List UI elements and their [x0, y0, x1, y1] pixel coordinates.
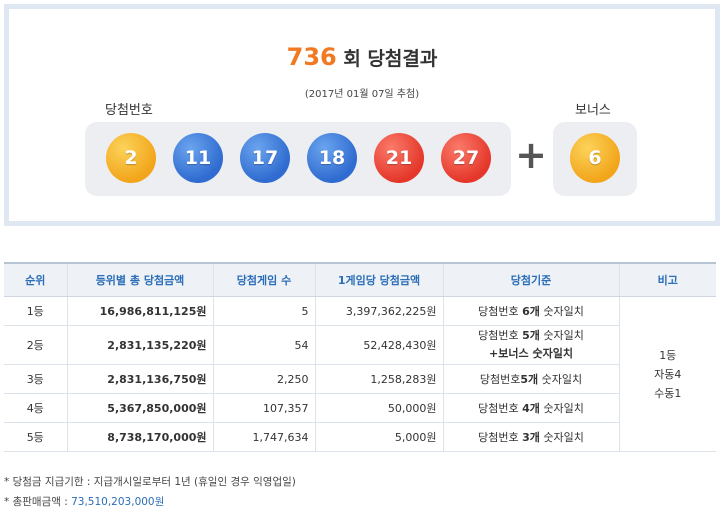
winner-count-cell: 1,747,634: [212, 422, 315, 452]
bonus-ball: 6: [570, 133, 620, 183]
criteria-text: 숫자일치: [539, 305, 584, 318]
column-header: 1게임당 당첨금액: [314, 262, 443, 297]
table-header-row: 순위 등위별 총 당첨금액 당첨게임 수 1게임당 당첨금액 당첨기준 비고: [4, 262, 716, 297]
column-header: 당첨게임 수: [212, 262, 315, 297]
criteria-text: 숫자일치: [539, 431, 584, 444]
column-header: 등위별 총 당첨금액: [66, 262, 213, 297]
table-row: 5등 8,738,170,000원 1,747,634 5,000원 당첨번호 …: [4, 422, 716, 452]
criteria-text: 당첨번호: [478, 329, 523, 342]
number-ball: 2: [106, 133, 156, 183]
criteria-count: 5개: [522, 329, 540, 342]
rank-cell: 3등: [4, 364, 67, 394]
criteria-count: 4개: [522, 402, 540, 415]
criteria-cell: 당첨번호 3개 숫자일치: [442, 422, 619, 452]
total-prize-cell: 2,831,135,220원: [66, 325, 213, 365]
round-number: 736: [286, 43, 337, 71]
total-sales-note: * 총판매금액 : 73,510,203,000원: [4, 494, 164, 509]
winner-count-cell: 2,250: [212, 364, 315, 394]
criteria-text: 당첨번호: [478, 431, 523, 444]
table-row: 1등 16,986,811,125원 5 3,397,362,225원 당첨번호…: [4, 296, 716, 452]
winner-count-cell: 5: [212, 296, 315, 326]
criteria-count: 6개: [522, 305, 540, 318]
rank-cell: 2등: [4, 325, 67, 365]
criteria-text: 숫자일치: [539, 402, 584, 415]
prize-table: 순위 등위별 총 당첨금액 당첨게임 수 1게임당 당첨금액 당첨기준 비고 1…: [4, 262, 716, 452]
table-row: 2등 2,831,135,220원 54 52,428,430원 당첨번호 5개…: [4, 325, 716, 365]
total-sales-amount: 73,510,203,000원: [71, 496, 165, 508]
criteria-cell: 당첨번호 6개 숫자일치: [442, 296, 619, 326]
criteria-cell: 당첨번호 4개 숫자일치: [442, 393, 619, 423]
number-ball: 18: [307, 133, 357, 183]
criteria-cell: 당첨번호 5개 숫자일치 +보너스 숫자일치: [442, 325, 619, 365]
column-header: 당첨기준: [442, 262, 619, 297]
bonus-label: 보너스: [575, 103, 611, 118]
remark-cell: 1등 자동4 수동1: [618, 296, 716, 452]
remark-line: 수동1: [654, 386, 682, 400]
criteria-text: 당첨번호: [478, 305, 523, 318]
rank-cell: 1등: [4, 296, 67, 326]
number-ball: 21: [374, 133, 424, 183]
column-header: 비고: [618, 262, 716, 297]
per-game-prize-cell: 3,397,362,225원: [314, 296, 443, 326]
per-game-prize-cell: 52,428,430원: [314, 325, 443, 365]
rank-cell: 5등: [4, 422, 67, 452]
criteria-count: 5개: [520, 373, 539, 386]
number-ball: 17: [240, 133, 290, 183]
plus-icon: +: [515, 133, 547, 177]
payout-period-note: * 당첨금 지급기한 : 지급개시일로부터 1년 (휴일인 경우 익영업일): [4, 476, 296, 488]
criteria-text: 숫자일치: [538, 373, 583, 386]
table-row: 3등 2,831,136,750원 2,250 1,258,283원 당첨번호5…: [4, 364, 716, 394]
total-sales-label: * 총판매금액 :: [4, 496, 72, 508]
bonus-number-panel: 6: [553, 122, 637, 196]
draw-date: (2017년 01월 07일 추첨): [304, 89, 420, 100]
column-header: 순위: [4, 262, 67, 297]
total-prize-cell: 5,367,850,000원: [66, 393, 213, 423]
criteria-bonus-text: +보너스 숫자일치: [489, 347, 573, 360]
per-game-prize-cell: 50,000원: [314, 393, 443, 423]
criteria-text: 당첨번호: [479, 373, 521, 386]
remark-line: 자동4: [654, 367, 682, 381]
winning-numbers-panel: 2 11 17 18 21 27: [85, 122, 511, 196]
criteria-text: 당첨번호: [478, 402, 523, 415]
winner-count-cell: 107,357: [212, 393, 315, 423]
number-ball: 27: [441, 133, 491, 183]
total-prize-cell: 8,738,170,000원: [66, 422, 213, 452]
page-title: 736 회 당첨결과: [9, 43, 715, 71]
criteria-cell: 당첨번호5개 숫자일치: [442, 364, 619, 394]
number-ball: 11: [173, 133, 223, 183]
winning-numbers-label: 당첨번호: [105, 103, 153, 118]
per-game-prize-cell: 5,000원: [314, 422, 443, 452]
remark-line: 1등: [659, 348, 677, 362]
total-prize-cell: 16,986,811,125원: [66, 296, 213, 326]
criteria-count: 3개: [522, 431, 540, 444]
rank-cell: 4등: [4, 393, 67, 423]
table-row: 4등 5,367,850,000원 107,357 50,000원 당첨번호 4…: [4, 393, 716, 423]
criteria-text: 숫자일치: [539, 329, 584, 342]
total-prize-cell: 2,831,136,750원: [66, 364, 213, 394]
title-suffix: 회 당첨결과: [336, 48, 438, 70]
draw-result-panel: 736 회 당첨결과 (2017년 01월 07일 추첨) 당첨번호 보너스 2…: [4, 4, 720, 226]
per-game-prize-cell: 1,258,283원: [314, 364, 443, 394]
winner-count-cell: 54: [212, 325, 315, 365]
